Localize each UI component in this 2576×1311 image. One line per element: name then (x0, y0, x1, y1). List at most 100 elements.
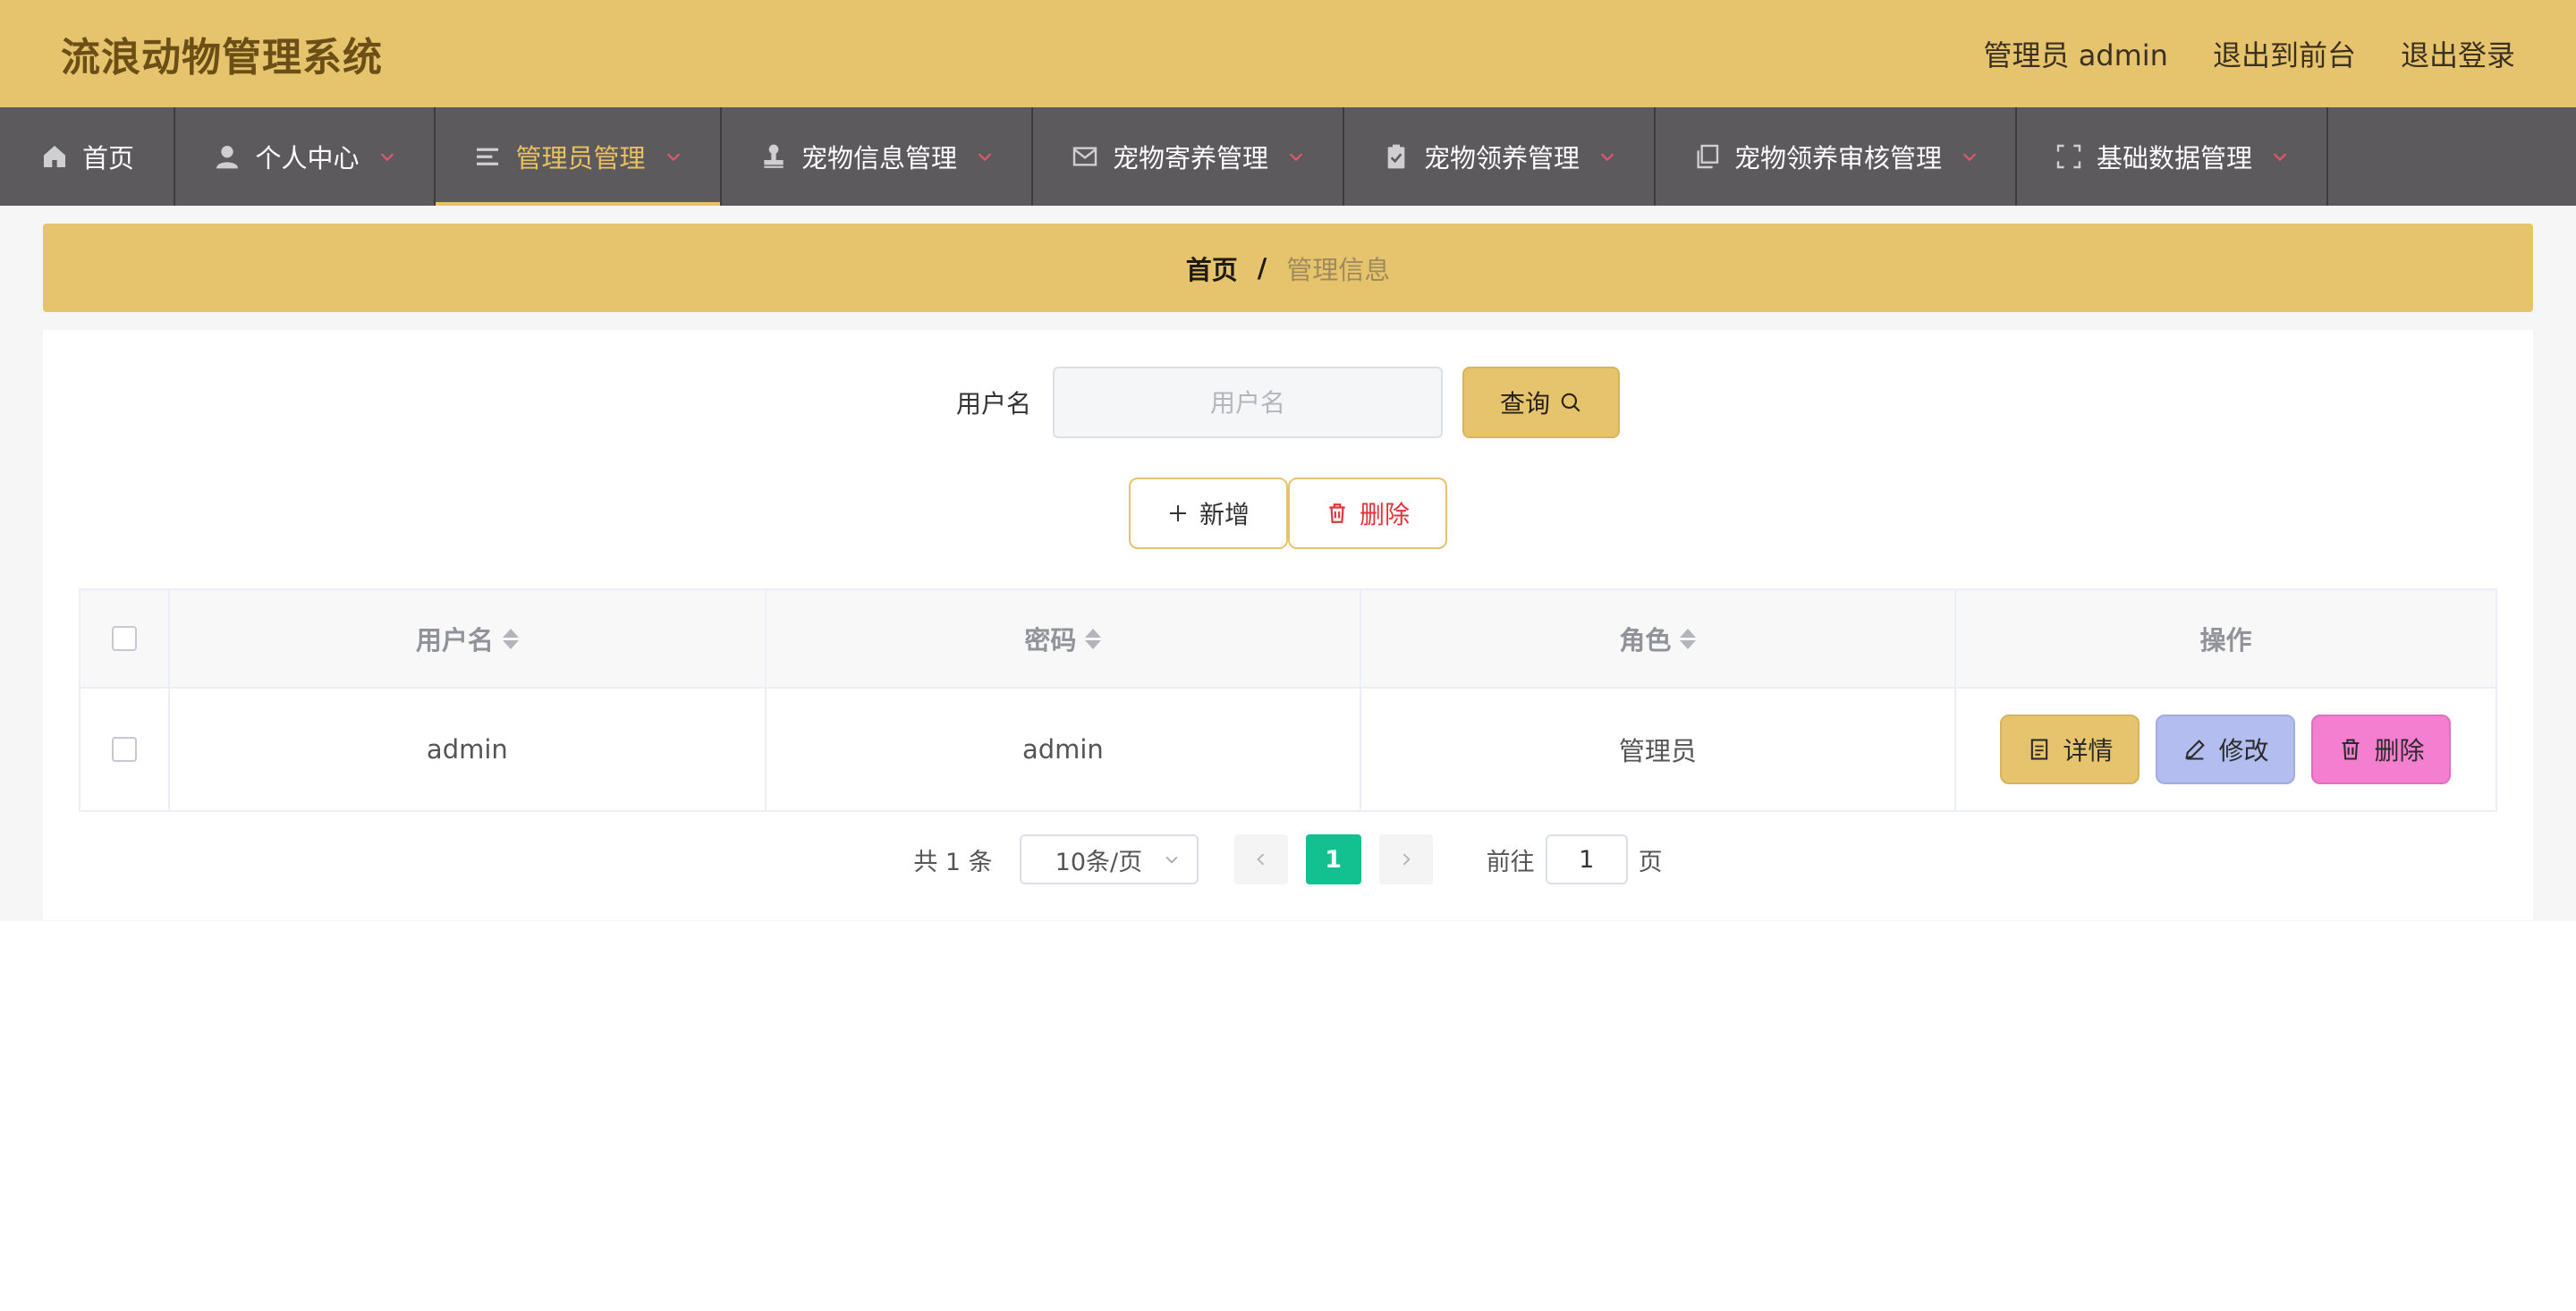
username-search-input[interactable] (1053, 367, 1443, 438)
sort-icon[interactable] (502, 628, 519, 649)
chevron-down-icon (1960, 147, 1979, 166)
nav-item-label: 宠物领养管理 (1423, 143, 1580, 173)
pagination-total: 共 1 条 (913, 848, 993, 876)
column-header-label: 角色 (1619, 625, 1672, 656)
fullscreen-icon (2054, 141, 2084, 172)
cell-password: admin (767, 689, 1361, 810)
row-checkbox[interactable] (111, 737, 137, 762)
user-icon (212, 141, 242, 172)
page-number-current[interactable]: 1 (1305, 834, 1361, 884)
list-icon (472, 141, 503, 172)
column-header-username[interactable]: 用户名 (170, 590, 767, 687)
chevron-down-icon (1286, 147, 1306, 166)
column-header-password[interactable]: 密码 (767, 590, 1361, 687)
batch-delete-button[interactable]: 删除 (1288, 478, 1447, 549)
mail-icon (1070, 141, 1100, 172)
chevron-down-icon (1597, 147, 1617, 166)
query-button-label: 查询 (1499, 389, 1550, 419)
app-title: 流浪动物管理系统 (61, 35, 383, 80)
home-icon (39, 141, 70, 172)
chevron-down-icon (975, 147, 995, 166)
query-button[interactable]: 查询 (1462, 367, 1620, 438)
chevron-down-icon (1163, 850, 1181, 868)
nav-item-pet-adoption[interactable]: 宠物领养管理 (1344, 107, 1656, 206)
nav-item-label: 宠物信息管理 (801, 143, 957, 173)
add-button[interactable]: 新增 (1129, 478, 1288, 549)
logout-link[interactable]: 退出登录 (2401, 33, 2515, 74)
row-select-cell (80, 689, 170, 810)
trash-icon (2338, 737, 2363, 762)
page-suffix-label: 页 (1638, 848, 1663, 876)
column-header-label: 操作 (2199, 625, 2252, 656)
goto-label: 前往 (1486, 848, 1535, 876)
nav-item-base-data[interactable]: 基础数据管理 (2017, 107, 2328, 206)
nav-item-label: 宠物寄养管理 (1112, 143, 1268, 173)
current-user-label[interactable]: 管理员 admin (1984, 33, 2168, 74)
nav-item-pet-foster[interactable]: 宠物寄养管理 (1033, 107, 1344, 206)
action-buttons: 新增 删除 (43, 478, 2533, 549)
exit-to-front-link[interactable]: 退出到前台 (2213, 33, 2356, 74)
prev-page-button[interactable] (1233, 834, 1288, 884)
detail-button[interactable]: 详情 (2000, 715, 2140, 784)
column-header-role[interactable]: 角色 (1361, 590, 1956, 687)
page-jump-input[interactable] (1545, 834, 1628, 884)
header-links: 管理员 admin 退出到前台 退出登录 (1984, 33, 2515, 74)
search-label: 用户名 (955, 389, 1031, 419)
top-header: 流浪动物管理系统 管理员 admin 退出到前台 退出登录 (0, 0, 2576, 107)
plus-icon (1167, 503, 1189, 524)
nav-item-label: 个人中心 (255, 143, 360, 173)
table-row: admin admin 管理员 详情 修改 删除 (80, 689, 2496, 810)
nav-item-label: 基础数据管理 (2096, 143, 2252, 173)
column-header-label: 用户名 (415, 625, 494, 656)
breadcrumb: 首页 / 管理信息 (43, 224, 2533, 312)
sort-icon[interactable] (1680, 628, 1697, 649)
breadcrumb-home[interactable]: 首页 (1186, 250, 1238, 287)
batch-delete-label: 删除 (1359, 500, 1410, 529)
edit-pen-icon (2182, 737, 2207, 762)
add-button-label: 新增 (1199, 500, 1250, 529)
sort-icon[interactable] (1085, 628, 1102, 649)
table-header: 用户名 密码 角色 操作 (80, 590, 2496, 689)
cell-actions: 详情 修改 删除 (1956, 689, 2496, 810)
chevron-down-icon (664, 147, 683, 166)
trash-icon (1326, 502, 1349, 525)
page-size-select[interactable]: 10条/页 (1019, 834, 1199, 884)
page-jump: 前往 页 (1487, 834, 1663, 884)
search-icon (1559, 391, 1582, 414)
cell-username: admin (170, 689, 767, 810)
nav-item-adoption-review[interactable]: 宠物领养审核管理 (1656, 107, 2017, 206)
row-delete-label: 删除 (2374, 736, 2425, 765)
row-delete-button[interactable]: 删除 (2311, 715, 2452, 784)
edit-button-label: 修改 (2218, 736, 2269, 765)
nav-item-pet-info[interactable]: 宠物信息管理 (722, 107, 1033, 206)
main-nav: 首页 个人中心 管理员管理 宠物信息管理 宠物寄养管理 宠物领养管理 宠物领养审… (0, 107, 2576, 206)
cell-role: 管理员 (1361, 689, 1956, 810)
nav-item-label: 管理员管理 (515, 143, 646, 173)
breadcrumb-current: 管理信息 (1286, 254, 1391, 285)
next-page-button[interactable] (1378, 834, 1433, 884)
chevron-down-icon (2270, 147, 2290, 166)
page-size-value: 10条/页 (1055, 848, 1143, 876)
nav-item-home[interactable]: 首页 (0, 107, 175, 206)
nav-item-profile[interactable]: 个人中心 (175, 107, 436, 206)
copy-icon (1691, 141, 1722, 172)
detail-button-label: 详情 (2063, 736, 2114, 765)
admin-table: 用户名 密码 角色 操作 admin admin 管理员 详情 修改 删除 (79, 588, 2497, 812)
nav-item-admin-management[interactable]: 管理员管理 (436, 107, 722, 206)
stamp-icon (758, 141, 789, 172)
edit-button[interactable]: 修改 (2156, 715, 2296, 784)
search-form: 用户名 查询 (43, 367, 2533, 438)
column-header-actions: 操作 (1956, 590, 2496, 687)
nav-item-label: 首页 (81, 143, 134, 173)
chevron-left-icon (1252, 850, 1270, 868)
column-header-label: 密码 (1024, 625, 1077, 656)
clipboard-check-icon (1381, 141, 1411, 172)
nav-item-label: 宠物领养审核管理 (1733, 143, 1942, 173)
breadcrumb-separator: / (1257, 252, 1267, 283)
pagination: 共 1 条 10条/页 1 前往 页 (43, 833, 2533, 885)
header-select-all (80, 590, 170, 687)
content-panel: 用户名 查询 新增 删除 用户名 (43, 330, 2533, 920)
chevron-down-icon (377, 147, 397, 166)
select-all-checkbox[interactable] (111, 626, 137, 651)
document-icon (2027, 737, 2052, 762)
